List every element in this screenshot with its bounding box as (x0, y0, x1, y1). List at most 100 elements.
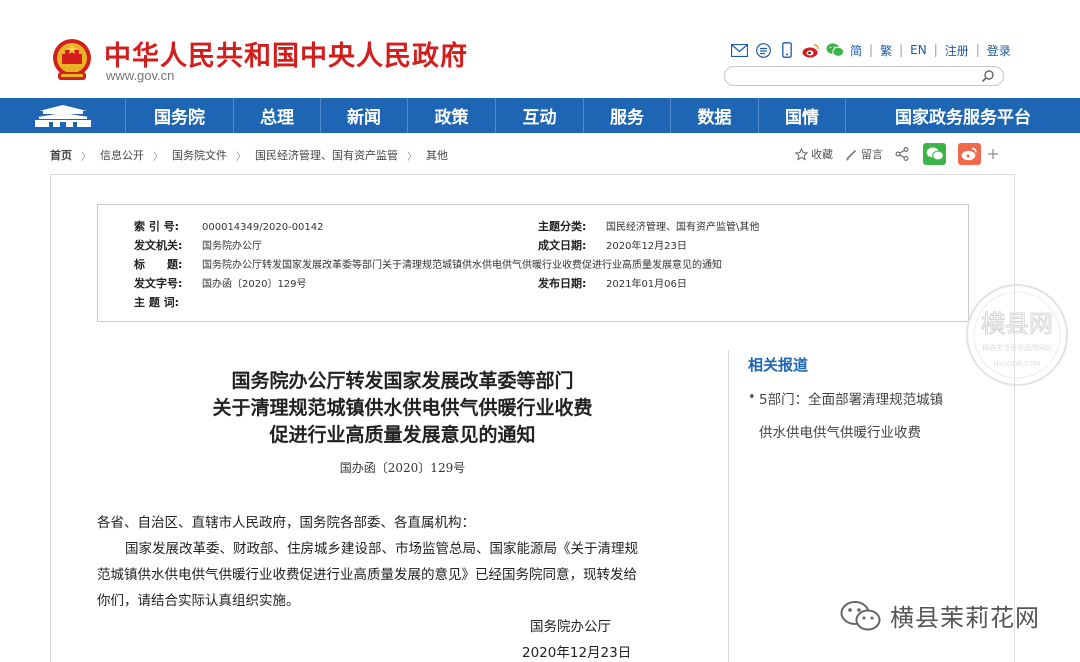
nav-home-button[interactable] (0, 98, 125, 133)
breadcrumb-item[interactable]: 其他 (426, 147, 448, 163)
share-button[interactable] (895, 147, 909, 161)
meta-value: 国务院办公厅 (202, 241, 262, 252)
wechat-watermark: 横县茉莉花网 (840, 598, 1040, 633)
weibo-icon (961, 147, 977, 161)
seal-url: HXLOUR.COM (993, 360, 1041, 368)
related-link-line[interactable]: 供水供电供气供暖行业收费 (759, 421, 921, 441)
breadcrumb-separator: 〉 (236, 151, 246, 163)
site-url[interactable]: www.gov.cn (106, 68, 174, 83)
weibo-share-button[interactable] (958, 143, 981, 165)
separator: | (899, 43, 904, 57)
nav-item-interaction[interactable]: 互动 (495, 98, 583, 133)
more-share-button[interactable] (987, 148, 999, 160)
wechat-icon (926, 147, 944, 161)
meta-label: 发布日期: (538, 277, 587, 290)
login-link[interactable]: 登录 (987, 42, 1011, 59)
mail-icon[interactable] (730, 42, 748, 58)
search-icon[interactable] (981, 69, 995, 83)
meta-label: 发文机关: (134, 239, 183, 252)
related-reports-title: 相关报道 (748, 356, 809, 374)
seal-sub: 横县生活资讯品牌网站 (982, 343, 1052, 352)
breadcrumb-item[interactable]: 国民经济管理、国有资产监管 (255, 147, 398, 163)
mobile-icon[interactable] (778, 42, 796, 58)
breadcrumb-home[interactable]: 首页 (50, 147, 72, 163)
document-title: 国务院办公厅转发国家发展改革委等部门 关于清理规范城镇供水供电供气供暖行业收费 … (100, 368, 705, 449)
meta-label: 主题分类: (538, 220, 587, 233)
lang-simplified-link[interactable]: 简 (850, 42, 862, 59)
meta-category: 主题分类: 国民经济管理、国有资产监管\其他 (538, 218, 759, 234)
breadcrumb: 首页 〉 信息公开 〉 国务院文件 〉 国民经济管理、国有资产监管 〉 其他 (50, 146, 448, 164)
document-paragraph-line: 国家发展改革委、财政部、住房城乡建设部、市场监管总局、国家能源局《关于清理规 (125, 541, 638, 557)
document-title-line: 促进行业高质量发展意见的通知 (269, 424, 536, 446)
document-date: 2020年12月23日 (522, 645, 632, 661)
main-nav: 国务院 总理 新闻 政策 互动 服务 数据 国情 国家政务服务平台 (0, 98, 1080, 133)
meta-label: 索 引 号: (134, 220, 180, 233)
meta-doc-no: 发文字号: 国办函〔2020〕129号 (134, 275, 307, 291)
breadcrumb-separator: 〉 (153, 151, 163, 163)
nav-item-national-info[interactable]: 国情 (758, 98, 845, 133)
watermark-text: 横县茉莉花网 (890, 604, 1040, 632)
seal-watermark: 横县网 横县生活资讯品牌网站 HXLOUR.COM (966, 284, 1068, 386)
breadcrumb-item[interactable]: 信息公开 (100, 147, 144, 163)
meta-value: 000014349/2020-00142 (202, 222, 324, 233)
meta-value: 2021年01月06日 (606, 279, 687, 290)
meta-label: 主 题 词: (134, 296, 180, 309)
wechat-icon[interactable] (826, 42, 844, 58)
lang-traditional-link[interactable]: 繁 (880, 42, 892, 59)
meta-issuer: 发文机关: 国务院办公厅 (134, 237, 262, 253)
separator: | (933, 43, 938, 57)
separator: | (869, 43, 874, 57)
nav-item-service-platform[interactable]: 国家政务服务平台 (845, 98, 1080, 133)
weibo-icon[interactable] (802, 42, 820, 58)
meta-label: 标 题: (134, 258, 183, 271)
nav-item-news[interactable]: 新闻 (320, 98, 407, 133)
comment-label: 留言 (861, 148, 883, 161)
column-divider (728, 350, 729, 662)
site-header: 中华人民共和国中央人民政府 www.gov.cn 简 | 繁 | EN | 注册… (0, 0, 1080, 98)
star-icon (795, 147, 808, 161)
meta-label: 成文日期: (538, 239, 587, 252)
rss-icon[interactable] (754, 42, 772, 58)
document-paragraph-line: 范城镇供水供电供气供暖行业收费促进行业高质量发展的意见》已经国务院同意，现转发给 (97, 567, 637, 583)
separator: | (975, 43, 980, 57)
meta-value: 国务院办公厅转发国家发展改革委等部门关于清理规范城镇供水供电供气供暖行业收费促进… (202, 260, 722, 271)
nav-item-premier[interactable]: 总理 (233, 98, 320, 133)
document-number: 国办函〔2020〕129号 (339, 461, 466, 475)
tiananmen-icon (34, 104, 91, 127)
breadcrumb-separator: 〉 (81, 151, 91, 163)
wechat-share-button[interactable] (923, 143, 946, 165)
meta-value: 2020年12月23日 (606, 241, 687, 252)
wechat-icon (840, 600, 881, 630)
meta-publish-date: 发布日期: 2021年01月06日 (538, 275, 687, 291)
related-link-line[interactable]: 5部门：全面部署清理规范城镇 (759, 388, 943, 408)
meta-label: 发文字号: (134, 277, 183, 290)
lang-english-link[interactable]: EN (910, 43, 927, 57)
nav-item-policy[interactable]: 政策 (407, 98, 495, 133)
document-title-line: 关于清理规范城镇供水供电供气供暖行业收费 (212, 397, 593, 419)
nav-item-services[interactable]: 服务 (583, 98, 670, 133)
share-icon (895, 147, 909, 161)
document-paragraph-line: 你们，请结合实际认真组织实施。 (97, 593, 300, 609)
meta-title: 标 题: 国务院办公厅转发国家发展改革委等部门关于清理规范城镇供水供电供气供暖行业… (134, 256, 722, 272)
top-links: 简 | 繁 | EN | 注册 | 登录 (730, 40, 1011, 60)
breadcrumb-item[interactable]: 国务院文件 (172, 147, 227, 163)
bullet: • (748, 390, 756, 405)
meta-keywords: 主 题 词: (134, 294, 202, 310)
register-link[interactable]: 注册 (945, 42, 969, 59)
meta-written-date: 成文日期: 2020年12月23日 (538, 237, 687, 253)
comment-button[interactable]: 留言 (845, 146, 883, 162)
document-salutation: 各省、自治区、直辖市人民政府，国务院各部委、各直属机构： (97, 515, 475, 531)
article-tools: 收藏 留言 (795, 143, 1011, 165)
national-emblem-icon[interactable] (52, 38, 92, 84)
seal-text: 横县网 (981, 310, 1053, 338)
nav-item-data[interactable]: 数据 (670, 98, 758, 133)
meta-value: 国办函〔2020〕129号 (202, 279, 307, 290)
search-input[interactable] (724, 66, 1004, 86)
meta-index-no: 索 引 号: 000014349/2020-00142 (134, 218, 324, 234)
nav-item-state-council[interactable]: 国务院 (125, 98, 233, 133)
favorite-button[interactable]: 收藏 (795, 146, 833, 162)
document-title-line: 国务院办公厅转发国家发展改革委等部门 (231, 370, 574, 392)
plus-icon (988, 149, 998, 159)
document-signer: 国务院办公厅 (530, 619, 611, 635)
meta-value: 国民经济管理、国有资产监管\其他 (606, 222, 760, 233)
